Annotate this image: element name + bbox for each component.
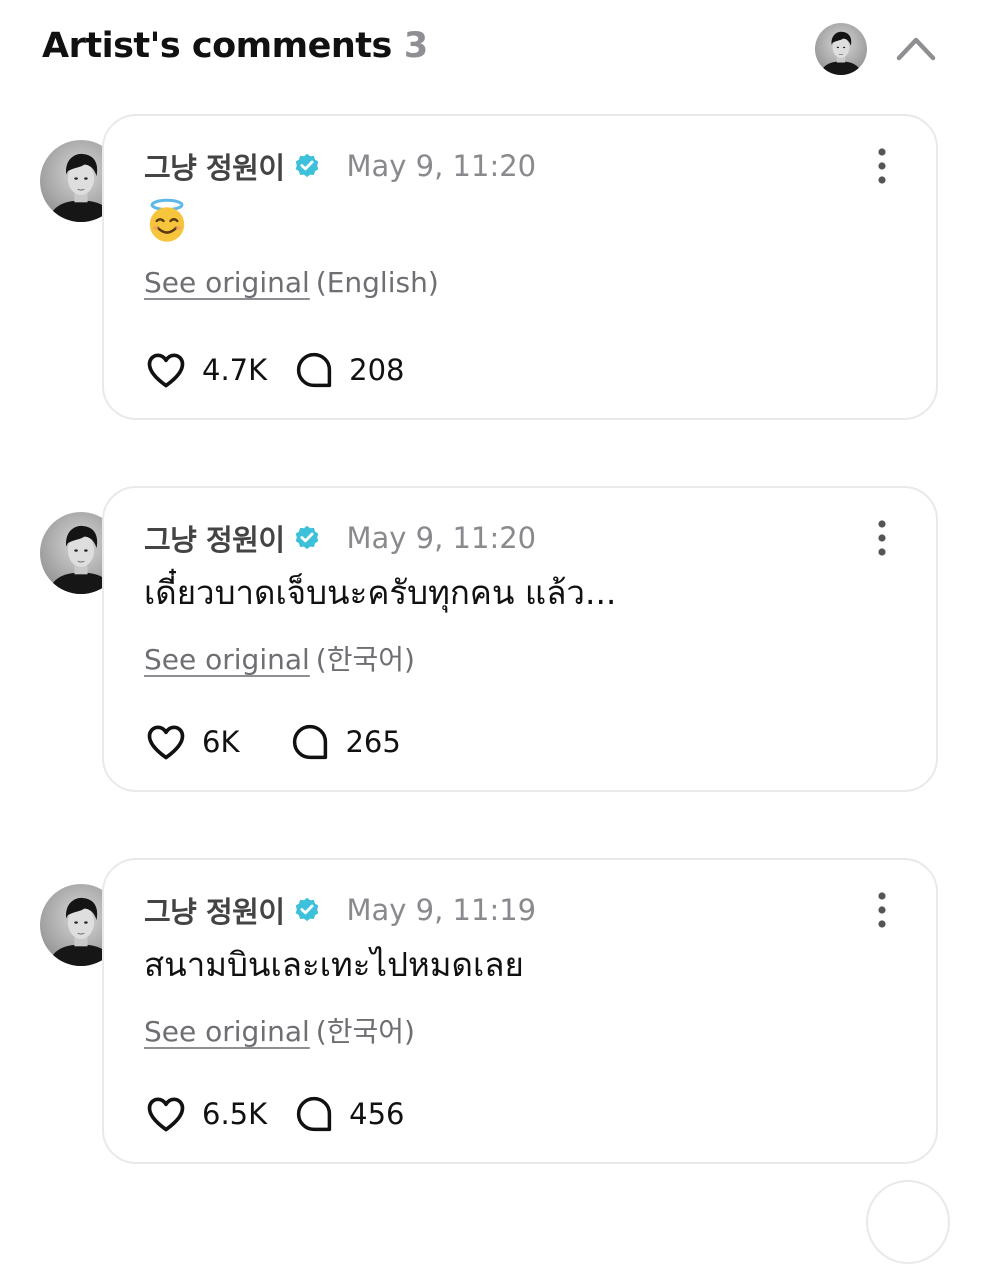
speech-bubble-icon bbox=[289, 721, 331, 763]
comment-item: 그냥 정원이 May 9, 11:20 เดี๋ยวบาดเจ็บนะครับท… bbox=[0, 486, 982, 806]
comment-body: สนามบินเละเทะไปหมดเลย bbox=[144, 945, 524, 984]
comment-meta: 그냥 정원이 May 9, 11:20 bbox=[144, 146, 536, 186]
original-language: (한국어) bbox=[315, 1015, 415, 1048]
artist-avatar[interactable] bbox=[815, 23, 867, 75]
heart-icon bbox=[144, 720, 188, 764]
comment-meta: 그냥 정원이 May 9, 11:19 bbox=[144, 890, 536, 930]
more-options-icon[interactable] bbox=[868, 518, 896, 558]
reply-count: 456 bbox=[349, 1097, 405, 1131]
verified-badge-icon bbox=[293, 896, 321, 924]
comment-body: เดี๋ยวบาดเจ็บนะครับทุกคน แล้ว... bbox=[144, 573, 617, 612]
speech-bubble-icon bbox=[293, 349, 335, 391]
comment-meta: 그냥 정원이 May 9, 11:20 bbox=[144, 518, 536, 558]
speech-bubble-icon bbox=[293, 1093, 335, 1135]
more-options-icon[interactable] bbox=[868, 890, 896, 930]
collapse-chevron-up-icon[interactable] bbox=[893, 28, 939, 68]
comment-timestamp: May 9, 11:19 bbox=[346, 893, 537, 927]
author-name[interactable]: 그냥 정원이 bbox=[144, 517, 285, 559]
see-original-link[interactable]: See original bbox=[144, 266, 310, 299]
translation-row: See original (한국어) bbox=[144, 1010, 415, 1050]
comment-item: 그냥 정원이 May 9, 11:20 See original (English… bbox=[0, 114, 982, 434]
comment-actions: 6.5K 456 bbox=[144, 1092, 405, 1136]
section-title: Artist's comments 3 bbox=[42, 26, 428, 66]
comment-card: 그냥 정원이 May 9, 11:20 See original (English… bbox=[102, 114, 938, 420]
reply-count: 265 bbox=[345, 725, 401, 759]
like-count: 6.5K bbox=[202, 1097, 268, 1131]
heart-icon bbox=[144, 348, 188, 392]
heart-icon bbox=[144, 1092, 188, 1136]
original-language: (English) bbox=[315, 266, 439, 299]
comment-body bbox=[144, 198, 190, 244]
comment-timestamp: May 9, 11:20 bbox=[346, 521, 537, 555]
more-options-icon[interactable] bbox=[868, 146, 896, 186]
comment-actions: 4.7K 208 bbox=[144, 348, 405, 392]
like-button[interactable]: 6.5K bbox=[144, 1092, 267, 1136]
reply-button[interactable]: 208 bbox=[293, 349, 405, 391]
floating-action-button[interactable] bbox=[866, 1180, 950, 1264]
comment-timestamp: May 9, 11:20 bbox=[346, 149, 537, 183]
translation-row: See original (English) bbox=[144, 266, 439, 299]
section-header: Artist's comments 3 bbox=[0, 0, 982, 100]
section-title-label: Artist's comments bbox=[42, 26, 392, 66]
like-count: 4.7K bbox=[202, 353, 268, 387]
comment-card: 그냥 정원이 May 9, 11:20 เดี๋ยวบาดเจ็บนะครับท… bbox=[102, 486, 938, 792]
reply-count: 208 bbox=[349, 353, 405, 387]
see-original-link[interactable]: See original bbox=[144, 1015, 310, 1048]
like-button[interactable]: 4.7K bbox=[144, 348, 267, 392]
author-name[interactable]: 그냥 정원이 bbox=[144, 889, 285, 931]
reply-button[interactable]: 265 bbox=[289, 721, 401, 763]
comment-item: 그냥 정원이 May 9, 11:19 สนามบินเละเทะไปหมดเล… bbox=[0, 858, 982, 1178]
like-count: 6K bbox=[202, 725, 240, 759]
original-language: (한국어) bbox=[315, 643, 415, 676]
like-button[interactable]: 6K bbox=[144, 720, 239, 764]
see-original-link[interactable]: See original bbox=[144, 643, 310, 676]
reply-button[interactable]: 456 bbox=[293, 1093, 405, 1135]
verified-badge-icon bbox=[293, 152, 321, 180]
author-name[interactable]: 그냥 정원이 bbox=[144, 145, 285, 187]
comment-actions: 6K 265 bbox=[144, 720, 401, 764]
verified-badge-icon bbox=[293, 524, 321, 552]
smiling-face-with-halo-emoji-icon bbox=[149, 198, 185, 242]
comment-card: 그냥 정원이 May 9, 11:19 สนามบินเละเทะไปหมดเล… bbox=[102, 858, 938, 1164]
translation-row: See original (한국어) bbox=[144, 638, 415, 678]
comment-count: 3 bbox=[403, 26, 428, 66]
